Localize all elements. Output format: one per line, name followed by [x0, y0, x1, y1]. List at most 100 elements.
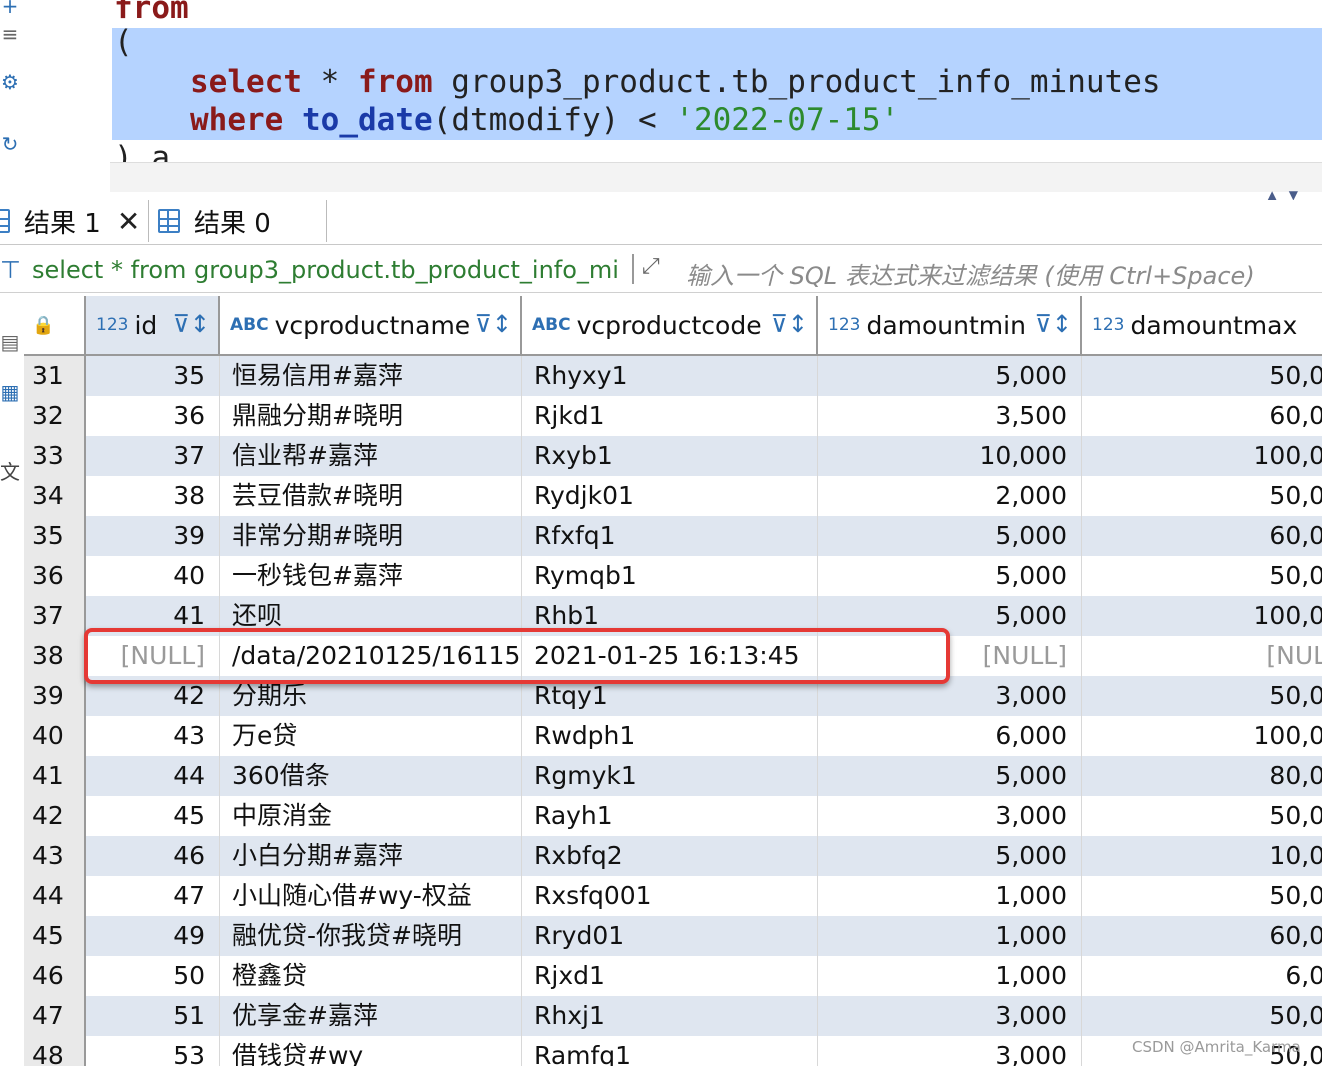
product-code-cell[interactable]: Rhxj1	[522, 996, 818, 1036]
filter-sort-icon[interactable]: ⊽↕	[1034, 310, 1072, 338]
amount-max-cell[interactable]: 100,00	[1082, 436, 1322, 476]
product-name-cell[interactable]: 非常分期#晓明	[220, 516, 522, 556]
column-header-id[interactable]: 123 id ⊽↕	[86, 296, 220, 354]
table-row[interactable]: 4245中原消金Rayh13,00050,00	[24, 796, 1322, 836]
amount-min-cell[interactable]: 3,500	[818, 396, 1082, 436]
panel-icon[interactable]: ▤	[0, 330, 20, 354]
product-name-cell[interactable]: 芸豆借款#晓明	[220, 476, 522, 516]
filter-sort-icon[interactable]: ⊽↕	[770, 310, 808, 338]
id-cell[interactable]: 44	[86, 756, 220, 796]
table-row[interactable]: 4650橙鑫贷Rjxd11,0006,00	[24, 956, 1322, 996]
product-code-cell[interactable]: Rjxd1	[522, 956, 818, 996]
gear-icon[interactable]: ⚙	[0, 70, 20, 94]
amount-max-cell[interactable]: 50,00	[1082, 476, 1322, 516]
product-name-cell[interactable]: 信业帮#嘉萍	[220, 436, 522, 476]
table-row[interactable]: 3539非常分期#晓明Rfxfq15,00060,00	[24, 516, 1322, 556]
product-code-cell[interactable]: Rjkd1	[522, 396, 818, 436]
amount-min-cell[interactable]: 1,000	[818, 956, 1082, 996]
amount-min-cell[interactable]: 3,000	[818, 1036, 1082, 1066]
table-row[interactable]: 4447小山随心借#wy-权益Rxsfq0011,00050,00	[24, 876, 1322, 916]
id-cell[interactable]: 37	[86, 436, 220, 476]
amount-min-cell[interactable]: 1,000	[818, 876, 1082, 916]
amount-max-cell[interactable]: 50,00	[1082, 876, 1322, 916]
product-code-cell[interactable]: Rydjk01	[522, 476, 818, 516]
tab-result-1[interactable]: 结果 1 ✕	[0, 200, 149, 242]
id-cell[interactable]: 40	[86, 556, 220, 596]
format-icon[interactable]: ≡	[0, 22, 20, 46]
amount-max-cell[interactable]: 100,00	[1082, 716, 1322, 756]
product-name-cell[interactable]: 橙鑫贷	[220, 956, 522, 996]
table-row[interactable]: 4043万e贷Rwdph16,000100,00	[24, 716, 1322, 756]
column-header-vcproductname[interactable]: ABC vcproductname ⊽↕	[220, 296, 522, 354]
product-name-cell[interactable]: 中原消金	[220, 796, 522, 836]
id-cell[interactable]: 49	[86, 916, 220, 956]
amount-max-cell[interactable]: [NULL	[1082, 636, 1322, 676]
product-name-cell[interactable]: 万e贷	[220, 716, 522, 756]
product-name-cell[interactable]: 鼎融分期#晓明	[220, 396, 522, 436]
id-cell[interactable]: 35	[86, 356, 220, 396]
amount-min-cell[interactable]: 5,000	[818, 556, 1082, 596]
id-cell[interactable]: 45	[86, 796, 220, 836]
column-header-vcproductcode[interactable]: ABC vcproductcode ⊽↕	[522, 296, 818, 354]
amount-min-cell[interactable]: 3,000	[818, 796, 1082, 836]
column-header-damountmax[interactable]: 123damountmax ⊽	[1082, 296, 1322, 354]
amount-max-cell[interactable]: 80,00	[1082, 756, 1322, 796]
product-code-cell[interactable]: Rwdph1	[522, 716, 818, 756]
product-name-cell[interactable]: 借钱贷#wy	[220, 1036, 522, 1066]
product-name-cell[interactable]: 一秒钱包#嘉萍	[220, 556, 522, 596]
product-code-cell[interactable]: Ramfq1	[522, 1036, 818, 1066]
product-name-cell[interactable]: 融优贷-你我贷#晓明	[220, 916, 522, 956]
table-row[interactable]: 3236鼎融分期#晓明Rjkd13,50060,00	[24, 396, 1322, 436]
amount-min-cell[interactable]: 5,000	[818, 836, 1082, 876]
amount-min-cell[interactable]: 2,000	[818, 476, 1082, 516]
plus-icon[interactable]: +	[0, 0, 20, 18]
table-row[interactable]: 3438芸豆借款#晓明Rydjk012,00050,00	[24, 476, 1322, 516]
id-cell[interactable]: 43	[86, 716, 220, 756]
sql-editor[interactable]: from ( select * from group3_product.tb_p…	[110, 0, 1322, 192]
expand-icon[interactable]: ⤢	[642, 254, 660, 279]
product-code-cell[interactable]: Rxyb1	[522, 436, 818, 476]
product-name-cell[interactable]: 360借条	[220, 756, 522, 796]
tab-result-0[interactable]: 结果 0	[158, 200, 327, 242]
product-code-cell[interactable]: Rfxfq1	[522, 516, 818, 556]
amount-max-cell[interactable]: 60,00	[1082, 916, 1322, 956]
amount-max-cell[interactable]: 50,00	[1082, 796, 1322, 836]
amount-min-cell[interactable]: 1,000	[818, 916, 1082, 956]
amount-max-cell[interactable]: 100,00	[1082, 596, 1322, 636]
text-icon[interactable]: 文	[0, 456, 20, 485]
amount-max-cell[interactable]: 60,00	[1082, 516, 1322, 556]
column-header-damountmin[interactable]: 123 damountmin ⊽↕	[818, 296, 1082, 354]
amount-max-cell[interactable]: 50,00	[1082, 996, 1322, 1036]
table-row[interactable]: 3135恒易信用#嘉萍Rhyxy15,00050,00	[24, 356, 1322, 396]
product-code-cell[interactable]: Rxsfq001	[522, 876, 818, 916]
product-name-cell[interactable]: 小白分期#嘉萍	[220, 836, 522, 876]
amount-min-cell[interactable]: 5,000	[818, 356, 1082, 396]
amount-max-cell[interactable]: 6,00	[1082, 956, 1322, 996]
product-code-cell[interactable]: Rgmyk1	[522, 756, 818, 796]
amount-min-cell[interactable]: 5,000	[818, 516, 1082, 556]
product-name-cell[interactable]: 优享金#嘉萍	[220, 996, 522, 1036]
product-name-cell[interactable]: 小山随心借#wy-权益	[220, 876, 522, 916]
amount-min-cell[interactable]: 6,000	[818, 716, 1082, 756]
filter-sort-icon[interactable]: ⊽↕	[474, 310, 512, 338]
refresh-icon[interactable]: ↻	[0, 132, 20, 156]
amount-max-cell[interactable]: 50,00	[1082, 556, 1322, 596]
table-row[interactable]: 4549融优贷-你我贷#晓明Rryd011,00060,00	[24, 916, 1322, 956]
id-cell[interactable]: 46	[86, 836, 220, 876]
product-name-cell[interactable]: 恒易信用#嘉萍	[220, 356, 522, 396]
filter-input[interactable]: 输入一个 SQL 表达式来过滤结果 (使用 Ctrl+Space)	[686, 256, 1255, 291]
id-cell[interactable]: 50	[86, 956, 220, 996]
amount-min-cell[interactable]: 3,000	[818, 996, 1082, 1036]
id-cell[interactable]: 51	[86, 996, 220, 1036]
amount-max-cell[interactable]: 60,00	[1082, 396, 1322, 436]
table-row[interactable]: 3640一秒钱包#嘉萍Rymqb15,00050,00	[24, 556, 1322, 596]
amount-max-cell[interactable]: 50,00	[1082, 676, 1322, 716]
table-row[interactable]: 4346小白分期#嘉萍Rxbfq25,00010,00	[24, 836, 1322, 876]
product-code-cell[interactable]: Rryd01	[522, 916, 818, 956]
id-cell[interactable]: 53	[86, 1036, 220, 1066]
filter-sort-icon[interactable]: ⊽↕	[172, 310, 210, 338]
amount-min-cell[interactable]: 10,000	[818, 436, 1082, 476]
id-cell[interactable]: 39	[86, 516, 220, 556]
amount-max-cell[interactable]: 10,00	[1082, 836, 1322, 876]
table-row[interactable]: 3337信业帮#嘉萍Rxyb110,000100,00	[24, 436, 1322, 476]
